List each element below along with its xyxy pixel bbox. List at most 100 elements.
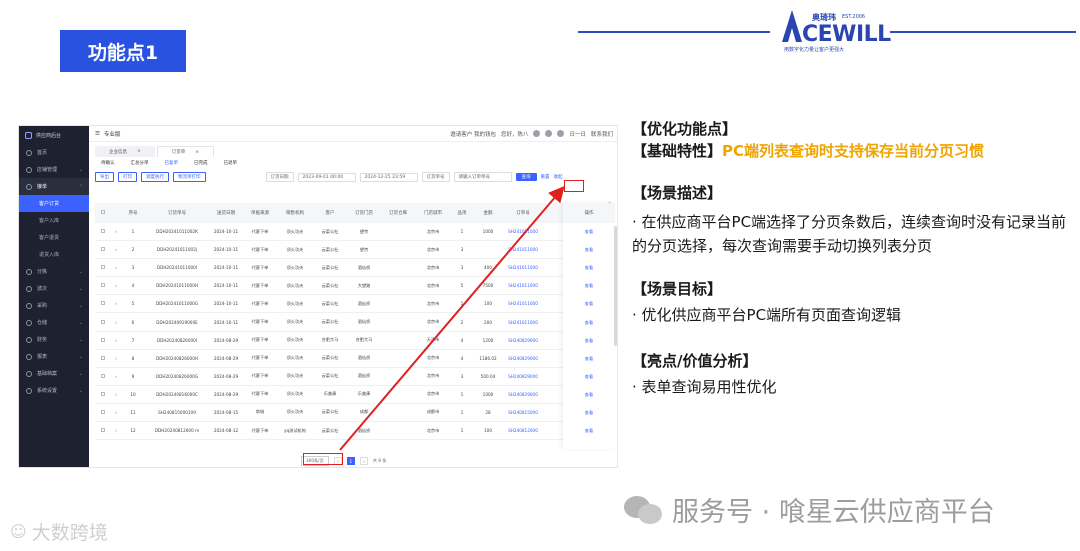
table-cell[interactable]: SH241011000 [503, 320, 543, 325]
menu-icon[interactable]: ☰ [95, 131, 100, 137]
subtab-returned[interactable]: 已退单 [224, 160, 238, 166]
sidebar-item-archive[interactable]: 基础档案 ⌄ [19, 365, 89, 382]
table-row[interactable]: › 10 DDH20240816000C 2024-08-29 代客下单 须火功夫 乐美康 乐… [95, 386, 615, 404]
dispatch-button[interactable]: 调度执行 [141, 172, 169, 182]
table-cell[interactable]: SH240829000 [503, 374, 543, 379]
search-input[interactable]: 请输入订单单号 [453, 172, 512, 182]
table-cell[interactable]: SH240829000 [503, 356, 543, 361]
subtab-completed[interactable]: 已完成 [194, 160, 208, 166]
sidebar-item-purchase[interactable]: 采购 ⌄ [19, 297, 89, 314]
table-row[interactable]: › 5 DDH20241011000G 2024-10-11 代客下单 须火功夫 云菜公社 酒… [95, 295, 615, 314]
table-row[interactable]: › 11 SH240815000109 2024-08-15 商城 须火功夫 云菜公社 成都 成… [95, 404, 615, 423]
col-header[interactable]: 单据来源 [243, 210, 277, 216]
col-header[interactable]: 门店城市 [415, 210, 451, 216]
sidebar-logo[interactable]: 供应商后台 [19, 126, 89, 144]
table-cell[interactable]: SH240815000 [503, 410, 543, 415]
collapse-button[interactable]: 收起 [554, 174, 563, 180]
subtab-summary[interactable]: 汇总分单 [131, 160, 149, 166]
row-checkbox[interactable] [95, 373, 111, 379]
expand-icon[interactable]: › [111, 265, 121, 270]
sidebar-item-sorting[interactable]: 分拣 ⌄ [19, 263, 89, 280]
table-row[interactable]: › 2 DDH20241011002J 2024-10-11 代客下单 须火功夫 云菜公社 望… [95, 241, 615, 260]
row-checkbox[interactable] [95, 391, 111, 397]
col-header[interactable]: 订货单号 [145, 210, 209, 216]
topbar-contact[interactable]: 联系我们 [591, 130, 613, 138]
expand-icon[interactable]: › [111, 356, 121, 361]
subtab-pending[interactable]: 待确认 [101, 160, 115, 166]
view-button[interactable]: 查看 [563, 313, 615, 331]
topbar-link-invite[interactable]: 邀请客户 我的钱包 [450, 130, 496, 138]
col-header[interactable]: 客户 [313, 210, 347, 216]
view-button[interactable]: 查看 [563, 350, 615, 368]
sidebar-item-orders[interactable]: 接单 ⌃ [19, 178, 89, 195]
header-checkbox[interactable] [95, 210, 111, 216]
row-checkbox[interactable] [95, 428, 111, 433]
table-row[interactable]: › 8 DDH20240826000H 2024-08-29 代客下单 须火功夫 云菜公社 酒… [95, 350, 615, 368]
sidebar-item-warehouse[interactable]: 仓储 ⌄ [19, 314, 89, 331]
expand-icon[interactable]: › [111, 392, 121, 397]
table-row[interactable]: › 9 DDH20240826000G 2024-08-29 代客下单 须火功夫 云菜公社 酒… [95, 368, 615, 386]
col-header[interactable]: 销售机构 [277, 210, 313, 216]
table-cell[interactable]: SH240812000 [503, 428, 543, 433]
table-scrollbar[interactable] [614, 226, 617, 346]
end-date-input[interactable]: 2024-12-25 23:59 [359, 172, 418, 182]
sidebar-item-store[interactable]: 店铺管理 ⌄ [19, 161, 89, 178]
view-button[interactable]: 查看 [563, 223, 615, 241]
print-button[interactable]: 打印 [118, 172, 137, 182]
avatar[interactable] [533, 130, 541, 137]
tab-order-list[interactable]: 订货单 × [156, 146, 215, 157]
sidebar-sub-customer-inbound[interactable]: 客户入库 [19, 212, 89, 229]
table-row[interactable]: › 6 DDH20240919000E 2024-10-11 代客下单 须火功夫 云菜公社 酒… [95, 313, 615, 332]
topbar-date[interactable]: 日一日 [569, 130, 586, 138]
row-checkbox[interactable] [95, 283, 111, 288]
table-row[interactable]: › 4 DDH20241011000H 2024-10-11 代客下单 须火功夫 云菜公社 大… [95, 277, 615, 296]
current-page[interactable]: 1 [346, 457, 355, 465]
table-row[interactable]: › 7 DDH20240826000I 2024-08-29 代客下单 须火功夫 合肥大马 合… [95, 332, 615, 350]
sidebar-sub-customer-order[interactable]: 客户订货 [19, 195, 89, 212]
view-button[interactable]: 查看 [563, 332, 615, 350]
view-button[interactable]: 查看 [563, 386, 615, 404]
expand-icon[interactable]: › [111, 338, 121, 343]
table-cell[interactable]: SH241011000 [503, 247, 543, 252]
next-page-button[interactable]: › [359, 457, 368, 465]
sidebar-item-home[interactable]: 首页 [19, 144, 89, 161]
view-button[interactable]: 查看 [563, 295, 615, 313]
expand-icon[interactable]: › [111, 283, 121, 288]
expand-icon[interactable]: › [111, 410, 121, 415]
row-checkbox[interactable] [95, 265, 111, 270]
col-header[interactable]: 订货门店 [347, 210, 381, 216]
row-checkbox[interactable] [95, 409, 111, 415]
table-row[interactable]: › 1 DDH20241011002K 2024-10-11 代客下单 须火功夫 云菜公社 望… [95, 223, 615, 242]
table-row[interactable]: › 3 DDH20241011000I 2024-10-11 代客下单 须火功夫 云菜公社 酒… [95, 259, 615, 278]
tab-company-info[interactable]: 企业信息 × [95, 146, 155, 157]
order-no-select[interactable]: 订货单号 [421, 172, 450, 182]
start-date-input[interactable]: 2023-09-01 00:00 [297, 172, 356, 182]
cloud-icon[interactable] [545, 130, 553, 137]
reset-button[interactable]: 重置 [541, 174, 550, 180]
export-button[interactable]: 导出 [95, 172, 114, 182]
table-cell[interactable]: SH240829000 [503, 338, 543, 343]
view-button[interactable]: 查看 [563, 241, 615, 259]
expand-icon[interactable]: › [111, 301, 121, 306]
sidebar-sub-customer-return[interactable]: 客户退货 [19, 229, 89, 246]
view-button[interactable]: 查看 [563, 368, 615, 386]
table-cell[interactable]: SH241011000 [503, 229, 543, 234]
search-button[interactable]: 查询 [515, 173, 537, 181]
col-header[interactable]: 品项 [451, 210, 473, 216]
expand-icon[interactable]: › [111, 229, 121, 234]
date-type-select[interactable]: 订货日期 [265, 172, 294, 182]
view-button[interactable]: 查看 [563, 422, 615, 440]
expand-icon[interactable]: › [111, 428, 121, 433]
view-button[interactable]: 查看 [563, 277, 615, 295]
sidebar-item-finance[interactable]: 财务 ⌄ [19, 331, 89, 348]
table-cell[interactable]: SH241011000 [503, 265, 543, 270]
table-cell[interactable]: SH241011000 [503, 283, 543, 288]
expand-icon[interactable]: › [111, 320, 121, 325]
close-icon[interactable]: × [137, 149, 141, 154]
col-header[interactable]: 金额 [473, 210, 503, 216]
row-checkbox[interactable] [95, 229, 111, 234]
notification-icon[interactable] [557, 130, 565, 137]
col-header[interactable]: 送货日期 [209, 210, 243, 216]
row-checkbox[interactable] [95, 301, 111, 306]
table-row[interactable]: › 12 DDH20240812000 m 2024-08-12 代客下单 yq测试机构 云… [95, 422, 615, 441]
